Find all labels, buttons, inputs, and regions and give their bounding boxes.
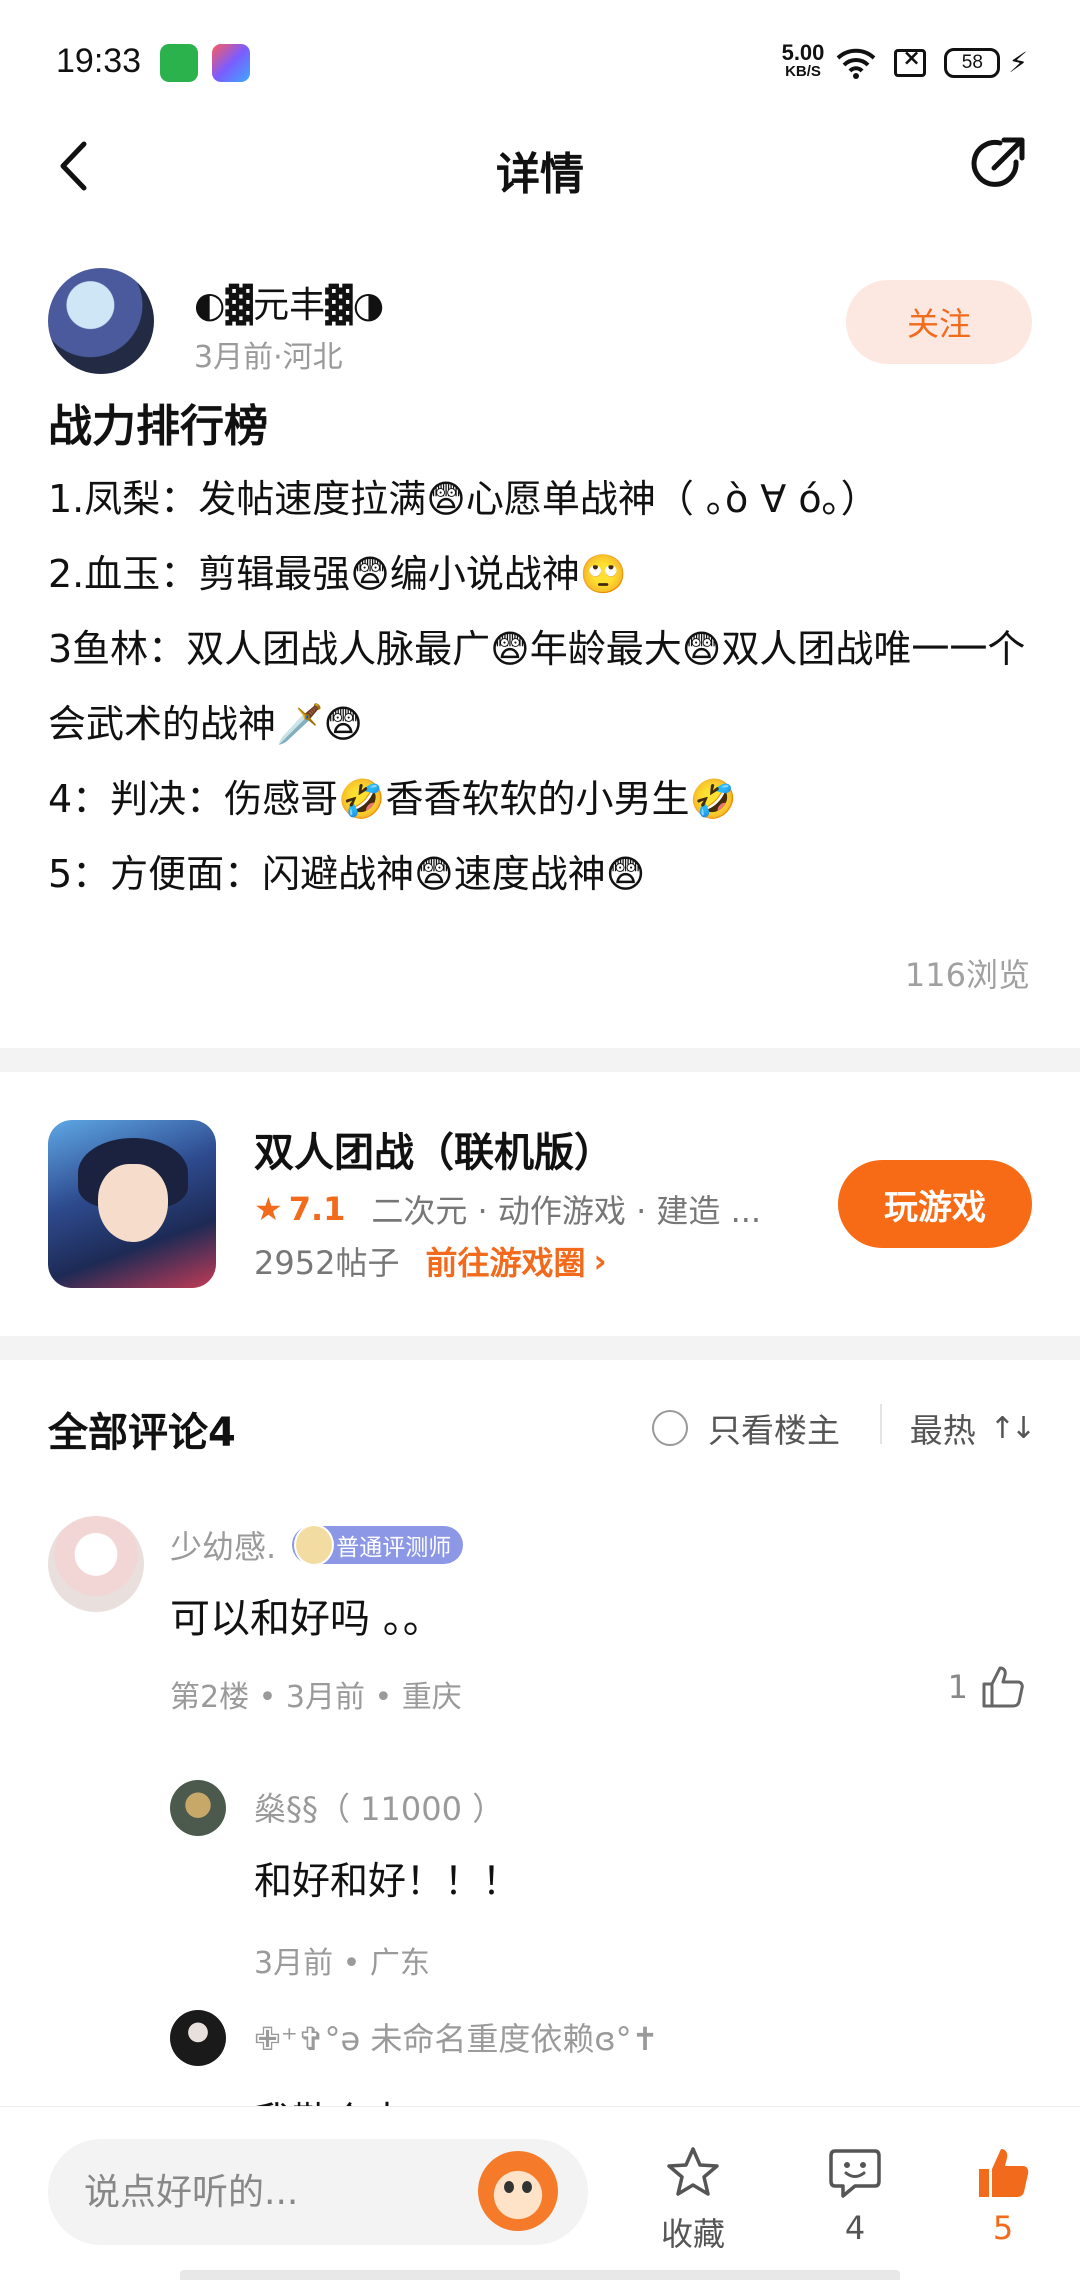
charging-icon: ⚡ xyxy=(1008,46,1028,79)
post-title: 战力排行榜 xyxy=(48,401,268,452)
share-icon[interactable] xyxy=(964,132,1030,198)
follow-button[interactable]: 关注 xyxy=(846,280,1032,364)
network-speed: 5.00 KB/S xyxy=(781,40,825,80)
section-divider xyxy=(0,1048,1080,1072)
game-name[interactable]: 双人团战（联机版） xyxy=(254,1120,614,1178)
post-author: ◐▓元丰▓◑ 3月前·河北 关注 xyxy=(48,268,1032,378)
reply-text: 和好和好！！！ xyxy=(254,1859,521,1903)
thumbs-up-icon xyxy=(982,1666,1024,1708)
avatar[interactable] xyxy=(48,1516,144,1612)
comment-text: 可以和好吗 。。 xyxy=(170,1596,443,1642)
app-notification-icon xyxy=(160,44,198,82)
post-line: 5：方便面：闪避战神😨速度战神😨 xyxy=(48,852,646,896)
comment-meta: 第2楼 • 3月前 • 重庆 xyxy=(170,1680,462,1715)
battery-icon: 58 xyxy=(944,47,1001,78)
comment-count: 4 xyxy=(844,2209,866,2247)
game-rating: 7.1 xyxy=(288,1190,346,1228)
status-icons: 58 ⚡ xyxy=(836,46,1028,79)
reply-username[interactable]: 燊§§（ 11000 ） xyxy=(254,1784,504,1830)
game-rating-row: ★ 7.1 二次元 · 动作游戏 · 建造 ... xyxy=(254,1186,791,1232)
divider xyxy=(880,1404,882,1444)
page-header: 详情 xyxy=(0,120,1080,210)
no-sim-icon xyxy=(894,46,927,77)
only-owner-toggle[interactable]: 只看楼主 xyxy=(652,1404,840,1452)
star-icon: ★ xyxy=(254,1190,283,1228)
goto-game-circle-link[interactable]: 前往游戏圈 xyxy=(425,1238,585,1284)
comment-like-button[interactable]: 1 xyxy=(948,1664,1026,1710)
comments-header: 全部评论4 只看楼主 最热 ↑↓ xyxy=(48,1396,1036,1456)
post-line: 1.凤梨：发帖速度拉满😨心愿单战神（ ｡ò ∀ ó｡） xyxy=(48,477,879,521)
post-line: 2.血玉：剪辑最强😨编小说战神🙄 xyxy=(48,552,628,596)
like-button[interactable]: 5 xyxy=(948,2143,1058,2247)
bottom-bar: 收藏 4 5 xyxy=(0,2106,1080,2280)
game-tags: 二次元 · 动作游戏 · 建造 ... xyxy=(371,1192,762,1230)
game-card[interactable]: 双人团战（联机版） ★ 7.1 二次元 · 动作游戏 · 建造 ... 2952… xyxy=(48,1120,1032,1290)
user-badge: 普通评测师 xyxy=(292,1524,464,1566)
sort-dropdown[interactable]: 最热 ↑↓ xyxy=(909,1404,1036,1452)
comment-username: 少幼感. xyxy=(170,1528,277,1566)
mascot-emoji-icon[interactable] xyxy=(478,2151,558,2231)
comment-icon xyxy=(829,2149,881,2198)
avatar[interactable] xyxy=(48,268,154,374)
game-post-count: 2952帖子 xyxy=(254,1244,400,1282)
sort-icon: ↑↓ xyxy=(989,1410,1036,1446)
reply-text: 我勒个去 xyxy=(254,2090,406,2106)
post-line: 3鱼林：双人团战人脉最广😨年龄最大😨双人团战唯一一个会武术的战神🗡️😨 xyxy=(48,627,1026,746)
sort-label: 最热 xyxy=(909,1411,976,1450)
favorite-label: 收藏 xyxy=(660,2215,725,2253)
thumbs-up-filled-icon xyxy=(979,2149,1029,2197)
star-outline-icon xyxy=(667,2147,719,2196)
avatar[interactable] xyxy=(170,1780,226,1836)
wifi-icon xyxy=(836,48,876,79)
author-meta: 3月前·河北 xyxy=(194,340,343,375)
badge-label: 普通评测师 xyxy=(336,1535,452,1561)
reply-item: ✙⁺✞°ə 未命名重度依赖ɞ°✝ 我勒个去 xyxy=(170,2010,1030,2106)
reply-username[interactable]: ✙⁺✞°ə 未命名重度依赖ɞ°✝ xyxy=(254,2014,658,2060)
home-indicator xyxy=(180,2270,900,2280)
radio-icon[interactable] xyxy=(652,1410,688,1446)
favorite-button[interactable]: 收藏 xyxy=(638,2143,748,2255)
avatar[interactable] xyxy=(170,2010,226,2066)
only-owner-label: 只看楼主 xyxy=(708,1411,840,1450)
play-game-button[interactable]: 玩游戏 xyxy=(838,1160,1032,1248)
game-icon[interactable] xyxy=(48,1120,216,1288)
post-line: 4：判决：伤感哥🤣香香软软的小男生🤣 xyxy=(48,777,737,821)
reply-item: 燊§§（ 11000 ） 和好和好！！！ 3月前 • 广东 xyxy=(170,1780,1030,1981)
comment-button[interactable]: 4 xyxy=(800,2143,910,2247)
app-notification-icon xyxy=(212,44,250,82)
comments-title: 全部评论4 xyxy=(48,1410,236,1456)
comment-user[interactable]: 少幼感. 普通评测师 xyxy=(170,1522,464,1568)
author-name[interactable]: ◐▓元丰▓◑ xyxy=(194,276,384,328)
view-count: 116浏览 xyxy=(904,956,1030,994)
chevron-right-icon: › xyxy=(593,1242,607,1280)
comment-like-count: 1 xyxy=(947,1668,968,1706)
game-stats: 2952帖子 前往游戏圈 › xyxy=(254,1238,607,1284)
status-time: 19:33 xyxy=(56,42,142,80)
status-bar: 19:33 5.00 KB/S 58 ⚡ xyxy=(0,0,1080,120)
page-title: 详情 xyxy=(496,149,584,200)
badge-icon xyxy=(294,1524,335,1566)
post-body: 1.凤梨：发帖速度拉满😨心愿单战神（ ｡ò ∀ ó｡） 2.血玉：剪辑最强😨编小… xyxy=(48,462,1038,912)
section-divider xyxy=(0,1336,1080,1360)
like-count: 5 xyxy=(992,2209,1014,2247)
reply-meta: 3月前 • 广东 xyxy=(254,1946,430,1981)
